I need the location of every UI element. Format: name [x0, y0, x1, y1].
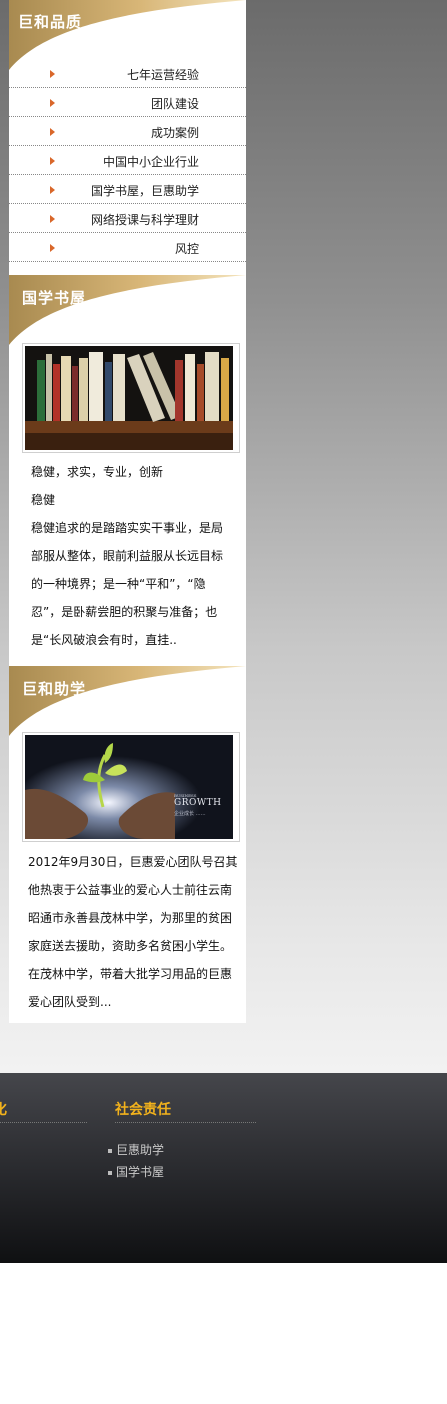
- menu-item[interactable]: 团队建设: [9, 88, 246, 117]
- menu-item-label: 网络授课与科学理财: [90, 213, 199, 227]
- text-line: 在茂林中学，带着大批学习用品的巨惠: [28, 967, 233, 981]
- bookhouse-title: 国学书屋: [22, 289, 87, 307]
- text-line: 他热衷于公益事业的爱心人士前往云南: [28, 883, 233, 897]
- menu-item-label: 成功案例: [150, 126, 199, 140]
- arrow-right-icon: [50, 157, 55, 165]
- menu-item[interactable]: 七年运营经验: [9, 59, 246, 88]
- arrow-right-icon: [50, 186, 55, 194]
- menu-item-label: 国学书屋，巨惠助学: [90, 184, 199, 198]
- growth-image[interactable]: BUSINESS GROWTH 企业成长 ……: [22, 732, 240, 842]
- footer-link-label: 国学书屋: [116, 1165, 165, 1179]
- menu-item[interactable]: 国学书屋，巨惠助学: [9, 175, 246, 204]
- text-line: 是“长风破浪会有时，直挂..: [31, 633, 177, 647]
- menu-item[interactable]: 网络授课与科学理财: [9, 204, 246, 233]
- text-line: 的一种境界；是一种“平和”，“隐: [31, 577, 206, 591]
- menu-item[interactable]: 成功案例: [9, 117, 246, 146]
- footer-link-label: 巨惠助学: [116, 1143, 165, 1157]
- footer-clipped-title: 化: [0, 1099, 7, 1119]
- quality-menu: 七年运营经验 团队建设 成功案例 中国中小企业行业 国学书屋，巨惠助学 网络授课…: [9, 59, 246, 262]
- footer-link[interactable]: 巨惠助学: [108, 1141, 164, 1158]
- text-line: 爱心团队受到...: [28, 995, 112, 1009]
- footer-link[interactable]: 国学书屋: [108, 1163, 164, 1180]
- arrow-right-icon: [50, 99, 55, 107]
- bookhouse-text: 稳健，求实，专业，创新 稳健 稳健追求的是踏踏实实干事业，是局 部服从整体，眼前…: [31, 458, 241, 654]
- arrow-right-icon: [50, 215, 55, 223]
- menu-item-label: 七年运营经验: [126, 68, 199, 82]
- image-caption-sub: 企业成长 ……: [174, 811, 206, 817]
- footer: [0, 1073, 447, 1263]
- text-line: 忍”，是卧薪尝胆的积聚与准备；也: [31, 605, 218, 619]
- aid-text: 2012年9月30日，巨惠爱心团队号召其 他热衷于公益事业的爱心人士前往云南 昭…: [28, 848, 238, 1016]
- footer-divider: [115, 1122, 256, 1123]
- menu-item[interactable]: 风控: [9, 233, 246, 262]
- bullet-icon: [108, 1148, 112, 1153]
- text-line: 昭通市永善县茂林中学，为那里的贫困: [28, 911, 233, 925]
- text-line: 家庭送去援助，资助多名贫困小学生。: [28, 939, 233, 953]
- arrow-right-icon: [50, 70, 55, 78]
- text-line: 2012年9月30日，巨惠爱心团队号召其: [28, 855, 238, 869]
- menu-item-label: 中国中小企业行业: [102, 155, 199, 169]
- bullet-icon: [108, 1170, 112, 1175]
- text-line: 稳健，求实，专业，创新: [31, 465, 164, 479]
- arrow-right-icon: [50, 128, 55, 136]
- text-line: 稳健: [31, 493, 56, 507]
- menu-item[interactable]: 中国中小企业行业: [9, 146, 246, 175]
- text-line: 部服从整体，眼前利益服从长远目标: [31, 549, 224, 563]
- image-caption-big: GROWTH: [174, 798, 222, 808]
- aid-header: 巨和助学: [9, 666, 246, 736]
- text-line: 稳健追求的是踏踏实实干事业，是局: [31, 521, 224, 535]
- bookhouse-header: 国学书屋: [9, 275, 246, 345]
- bookshelf-image[interactable]: [22, 343, 240, 453]
- footer-title: 社会责任: [115, 1102, 171, 1118]
- aid-title: 巨和助学: [22, 680, 87, 698]
- arrow-right-icon: [50, 244, 55, 252]
- menu-item-label: 风控: [174, 242, 199, 256]
- menu-item-label: 团队建设: [150, 97, 199, 111]
- footer-divider: [0, 1122, 87, 1123]
- quality-title: 巨和品质: [18, 13, 83, 31]
